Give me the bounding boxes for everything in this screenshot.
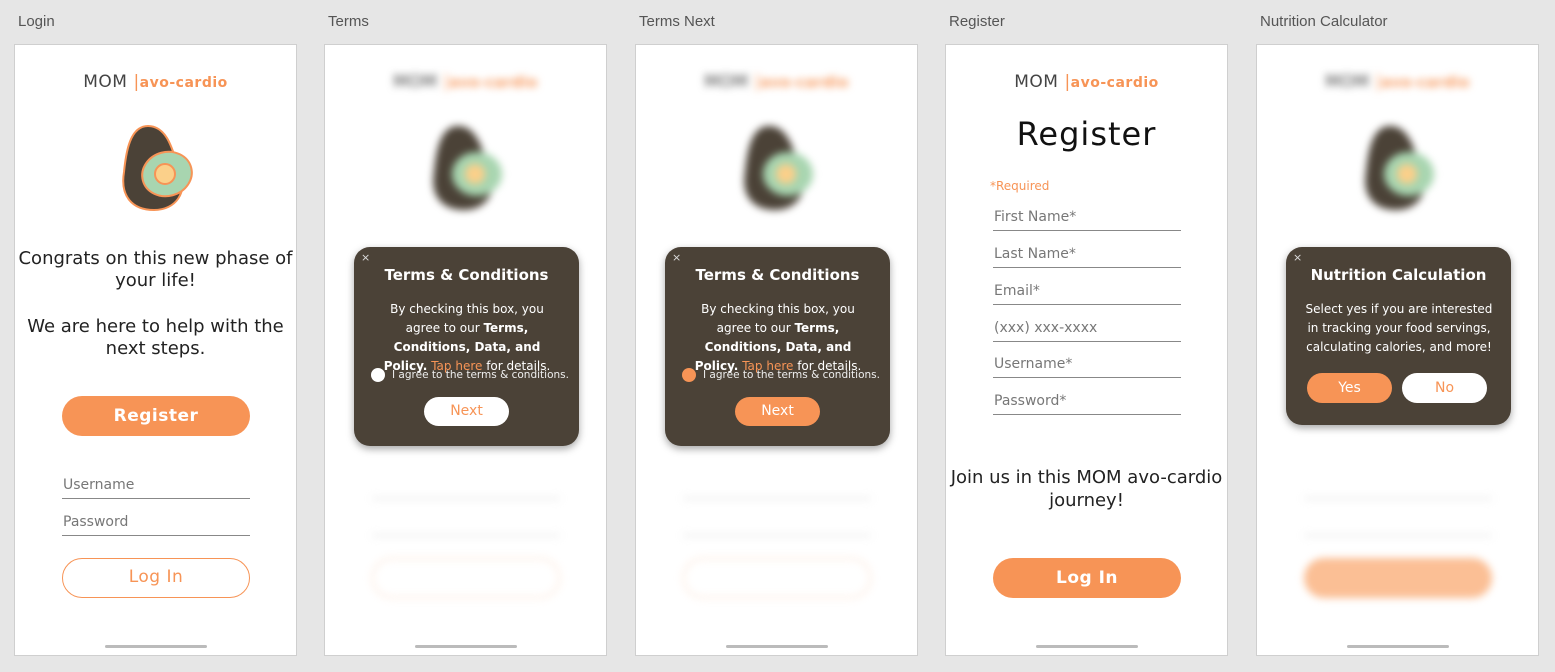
radio-icon[interactable] xyxy=(682,368,696,382)
avocado-icon xyxy=(122,124,193,212)
logo-brand: avo-cardio xyxy=(1070,75,1159,91)
avocado-icon xyxy=(433,126,502,210)
logo-mom: MOM xyxy=(1014,72,1059,92)
login-button xyxy=(1304,558,1492,598)
modal-title: Terms & Conditions xyxy=(384,266,549,284)
app-logo: MOM |avo-cardio xyxy=(704,72,849,92)
register-button[interactable]: Register xyxy=(62,396,250,436)
join-text: Join us in this MOM avo-cardio journey! xyxy=(950,467,1223,511)
register-screen: MOM |avo-cardio Register *Required First … xyxy=(945,44,1228,656)
terms-screen: MOM |avo-cardio × Terms & Conditions By c… xyxy=(324,44,607,656)
nutrition-modal: × Nutrition Calculation Select yes if yo… xyxy=(1286,247,1511,425)
frame-label-nutrition: Nutrition Calculator xyxy=(1260,13,1388,30)
next-button[interactable]: Next xyxy=(424,397,509,426)
password-input[interactable]: Password* xyxy=(993,393,1181,415)
agree-label: I agree to the terms & conditions. xyxy=(703,369,880,381)
home-indicator xyxy=(1036,645,1138,648)
close-icon[interactable]: × xyxy=(1293,251,1302,264)
login-button[interactable]: Log In xyxy=(62,558,250,598)
login-button xyxy=(372,558,560,598)
home-indicator xyxy=(105,645,207,648)
password-input xyxy=(372,518,560,536)
login-button[interactable]: Log In xyxy=(993,558,1181,598)
frame-label-terms-next: Terms Next xyxy=(639,13,715,30)
frame-label-terms: Terms xyxy=(328,13,369,30)
frame-label-register: Register xyxy=(949,13,1005,30)
first-name-input[interactable]: First Name* xyxy=(993,209,1181,231)
password-input xyxy=(683,518,871,536)
logo-mom: MOM xyxy=(83,72,128,92)
close-icon[interactable]: × xyxy=(672,251,681,264)
modal-title: Nutrition Calculation xyxy=(1310,266,1487,284)
terms-modal: × Terms & Conditions By checking this bo… xyxy=(665,247,890,446)
logo-brand: avo-cardio xyxy=(139,75,228,91)
agree-checkbox-row[interactable]: I agree to the terms & conditions. xyxy=(682,368,880,382)
avocado-icon xyxy=(1365,126,1434,210)
home-indicator xyxy=(1347,645,1449,648)
welcome-headline: Congrats on this new phase of your life! xyxy=(18,248,293,291)
username-input xyxy=(372,481,560,499)
close-icon[interactable]: × xyxy=(361,251,370,264)
app-logo: MOM |avo-cardio xyxy=(393,72,538,92)
terms-modal: × Terms & Conditions By checking this bo… xyxy=(354,247,579,446)
app-logo: MOM |avo-cardio xyxy=(15,72,296,92)
modal-title: Terms & Conditions xyxy=(695,266,860,284)
nutrition-screen: MOM |avo-cardio × Nutrition Calculation S… xyxy=(1256,44,1539,656)
no-button[interactable]: No xyxy=(1402,373,1487,403)
phone-input[interactable]: (xxx) xxx-xxxx xyxy=(993,320,1181,342)
username-input[interactable]: Username* xyxy=(993,356,1181,378)
terms-next-screen: MOM |avo-cardio × Terms & Conditions By c… xyxy=(635,44,918,656)
help-headline: We are here to help with the next steps. xyxy=(27,316,284,359)
modal-body: By checking this box, you agree to our T… xyxy=(694,302,862,373)
login-screen: MOM |avo-cardio Congrats on this new phas… xyxy=(14,44,297,656)
agree-checkbox-row[interactable]: I agree to the terms & conditions. xyxy=(371,368,569,382)
agree-label: I agree to the terms & conditions. xyxy=(392,369,569,381)
avocado-icon xyxy=(744,126,813,210)
home-indicator xyxy=(415,645,517,648)
page-title: Register xyxy=(1016,115,1157,153)
login-button xyxy=(683,558,871,598)
modal-body: By checking this box, you agree to our T… xyxy=(383,302,551,373)
yes-button[interactable]: Yes xyxy=(1307,373,1392,403)
radio-icon[interactable] xyxy=(371,368,385,382)
required-note: *Required xyxy=(990,179,1050,193)
username-input xyxy=(683,481,871,499)
app-logo: MOM |avo-cardio xyxy=(1325,72,1470,92)
home-indicator xyxy=(726,645,828,648)
password-input[interactable]: Password xyxy=(62,514,250,536)
password-input xyxy=(1304,518,1492,536)
email-input[interactable]: Email* xyxy=(993,283,1181,305)
next-button[interactable]: Next xyxy=(735,397,820,426)
frame-label-login: Login xyxy=(18,13,55,30)
username-input[interactable]: Username xyxy=(62,477,250,499)
last-name-input[interactable]: Last Name* xyxy=(993,246,1181,268)
modal-body: Select yes if you are interested in trac… xyxy=(1305,302,1493,354)
username-input xyxy=(1304,481,1492,499)
app-logo: MOM |avo-cardio xyxy=(946,72,1227,92)
